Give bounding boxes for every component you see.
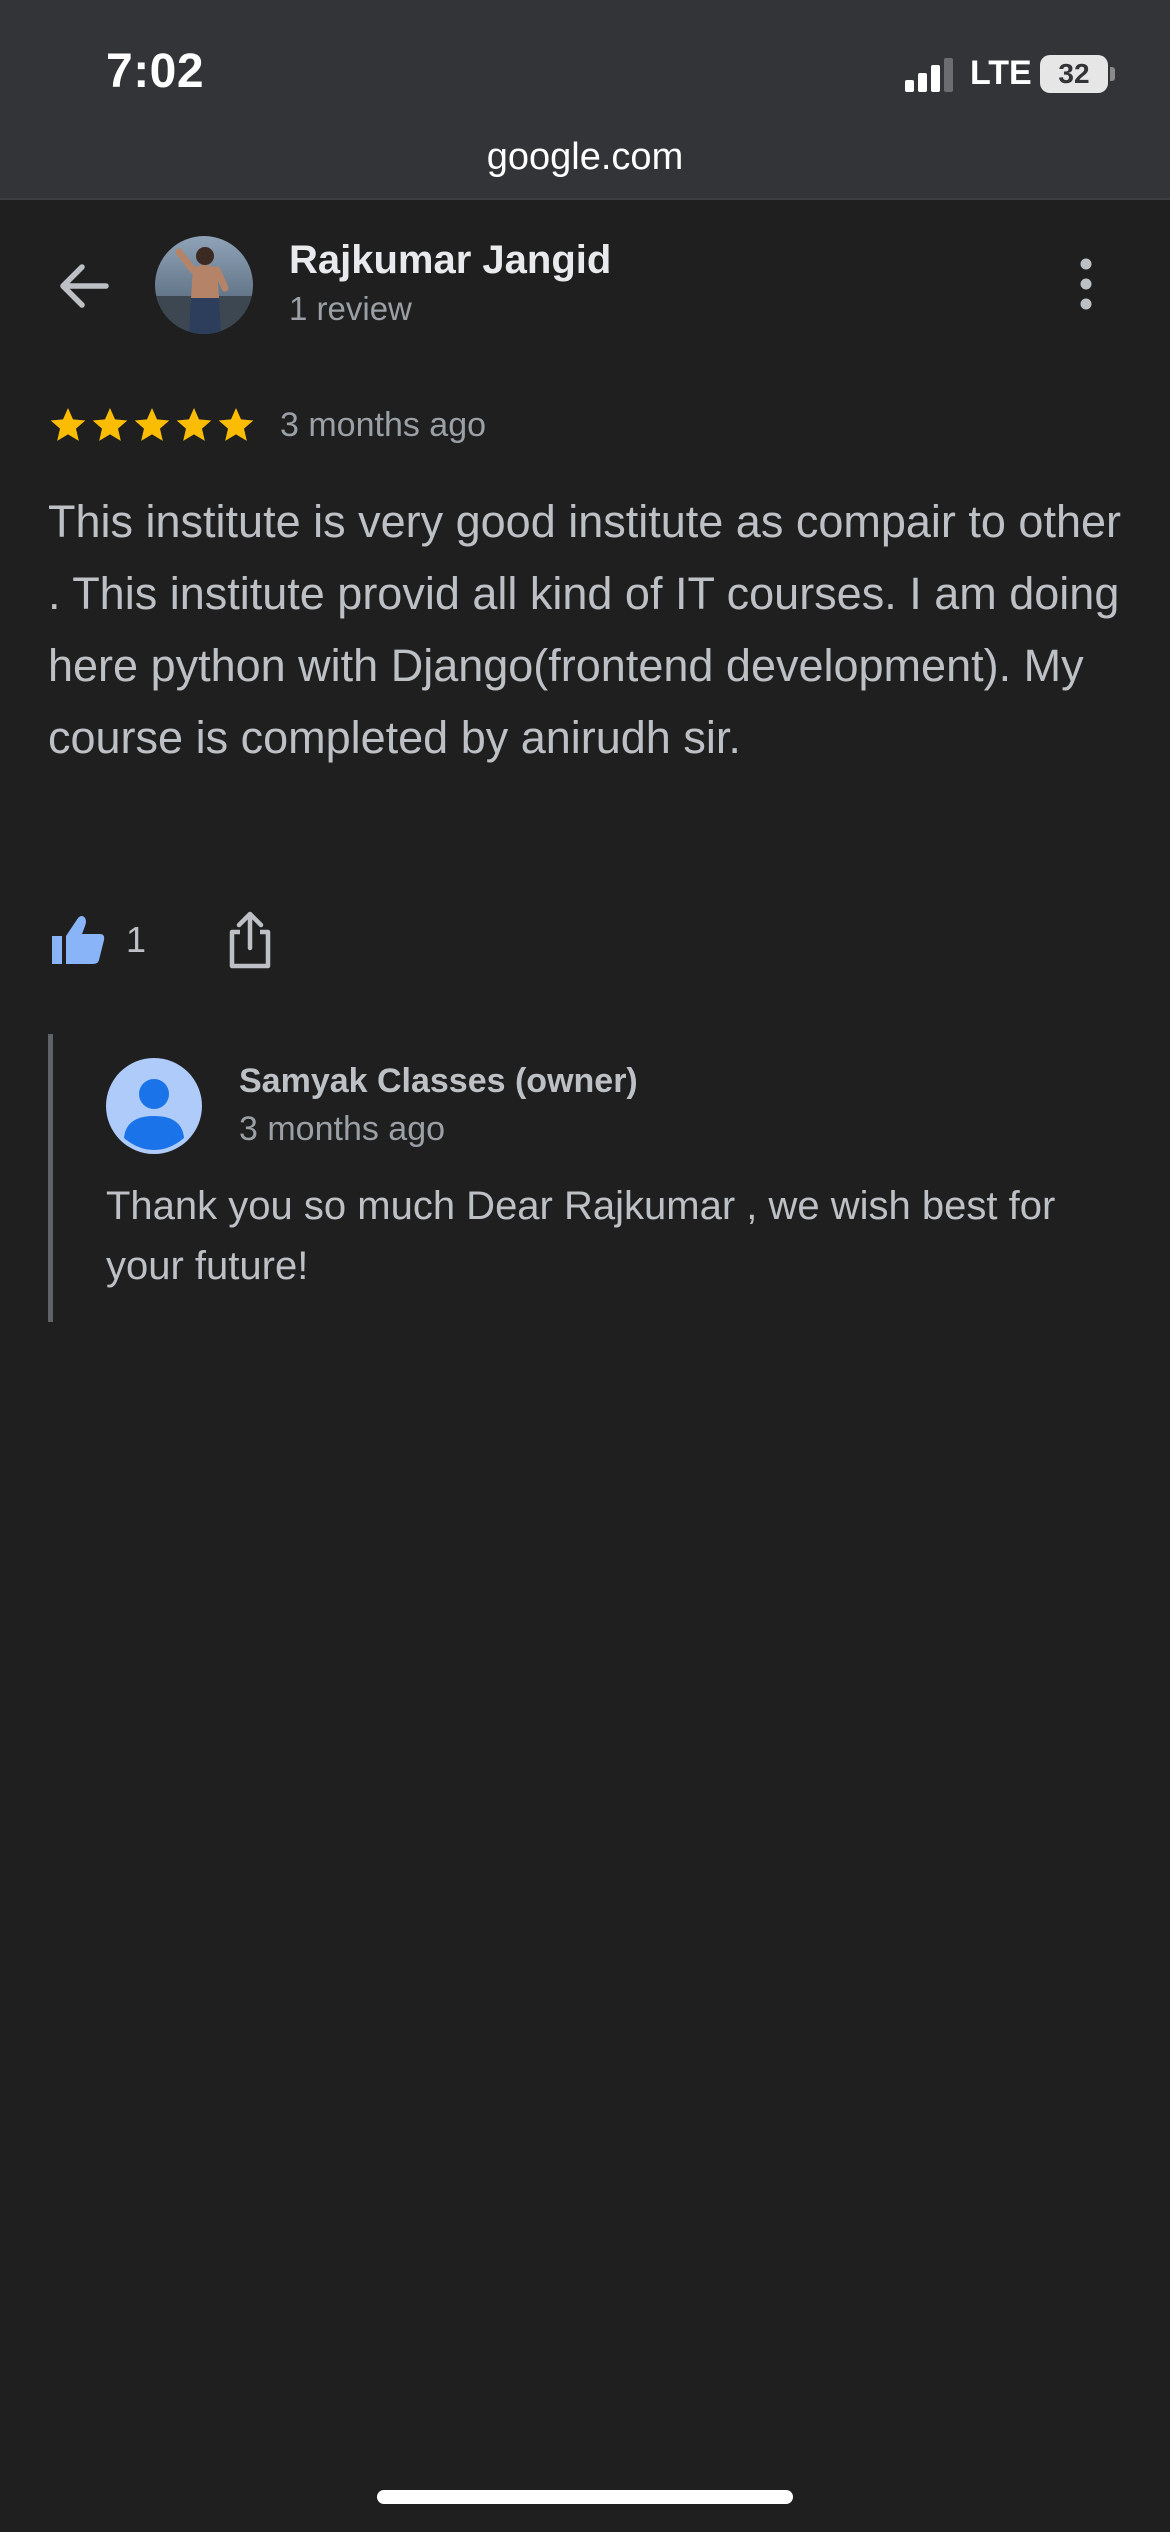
rating-row: 3 months ago (48, 400, 486, 450)
star-rating (48, 405, 256, 445)
review-count: 1 review (289, 290, 412, 327)
status-time: 7:02 (106, 45, 205, 98)
owner-reply-date: 3 months ago (239, 1110, 446, 1148)
star-icon (218, 408, 254, 441)
review-date: 3 months ago (280, 405, 487, 444)
home-indicator[interactable] (377, 2490, 793, 2504)
arrow-back-icon[interactable] (48, 250, 120, 322)
thumbs-up-icon[interactable] (48, 910, 108, 970)
like-count: 1 (126, 919, 147, 960)
owner-avatar[interactable] (106, 1058, 202, 1154)
more-vert-icon[interactable] (1066, 252, 1106, 316)
battery-icon: 32 (1040, 55, 1115, 93)
review-actions: 1 (48, 905, 278, 975)
star-icon (50, 408, 86, 441)
share-icon[interactable] (222, 908, 278, 972)
owner-name: Samyak Classes (owner) (239, 1062, 638, 1100)
battery-nub (1110, 67, 1115, 81)
star-icon (176, 408, 212, 441)
reviewer-avatar[interactable] (155, 236, 253, 334)
signal-icon (905, 58, 953, 92)
owner-reply-text: Thank you so much Dear Rajkumar , we wis… (106, 1184, 1056, 1288)
star-icon (134, 408, 170, 441)
review-header: Rajkumar Jangid 1 review (0, 200, 1170, 370)
status-bar: 7:02 LTE 32 google.com (0, 0, 1170, 200)
reviewer-name[interactable]: Rajkumar Jangid (289, 238, 611, 283)
battery-level: 32 (1040, 55, 1108, 93)
review-text: This institute is very good institute as… (48, 496, 1121, 763)
network-type: LTE (970, 54, 1032, 92)
url-bar[interactable]: google.com (0, 136, 1170, 179)
owner-reply: Samyak Classes (owner) 3 months ago Than… (48, 1034, 1128, 1322)
star-icon (92, 408, 128, 441)
